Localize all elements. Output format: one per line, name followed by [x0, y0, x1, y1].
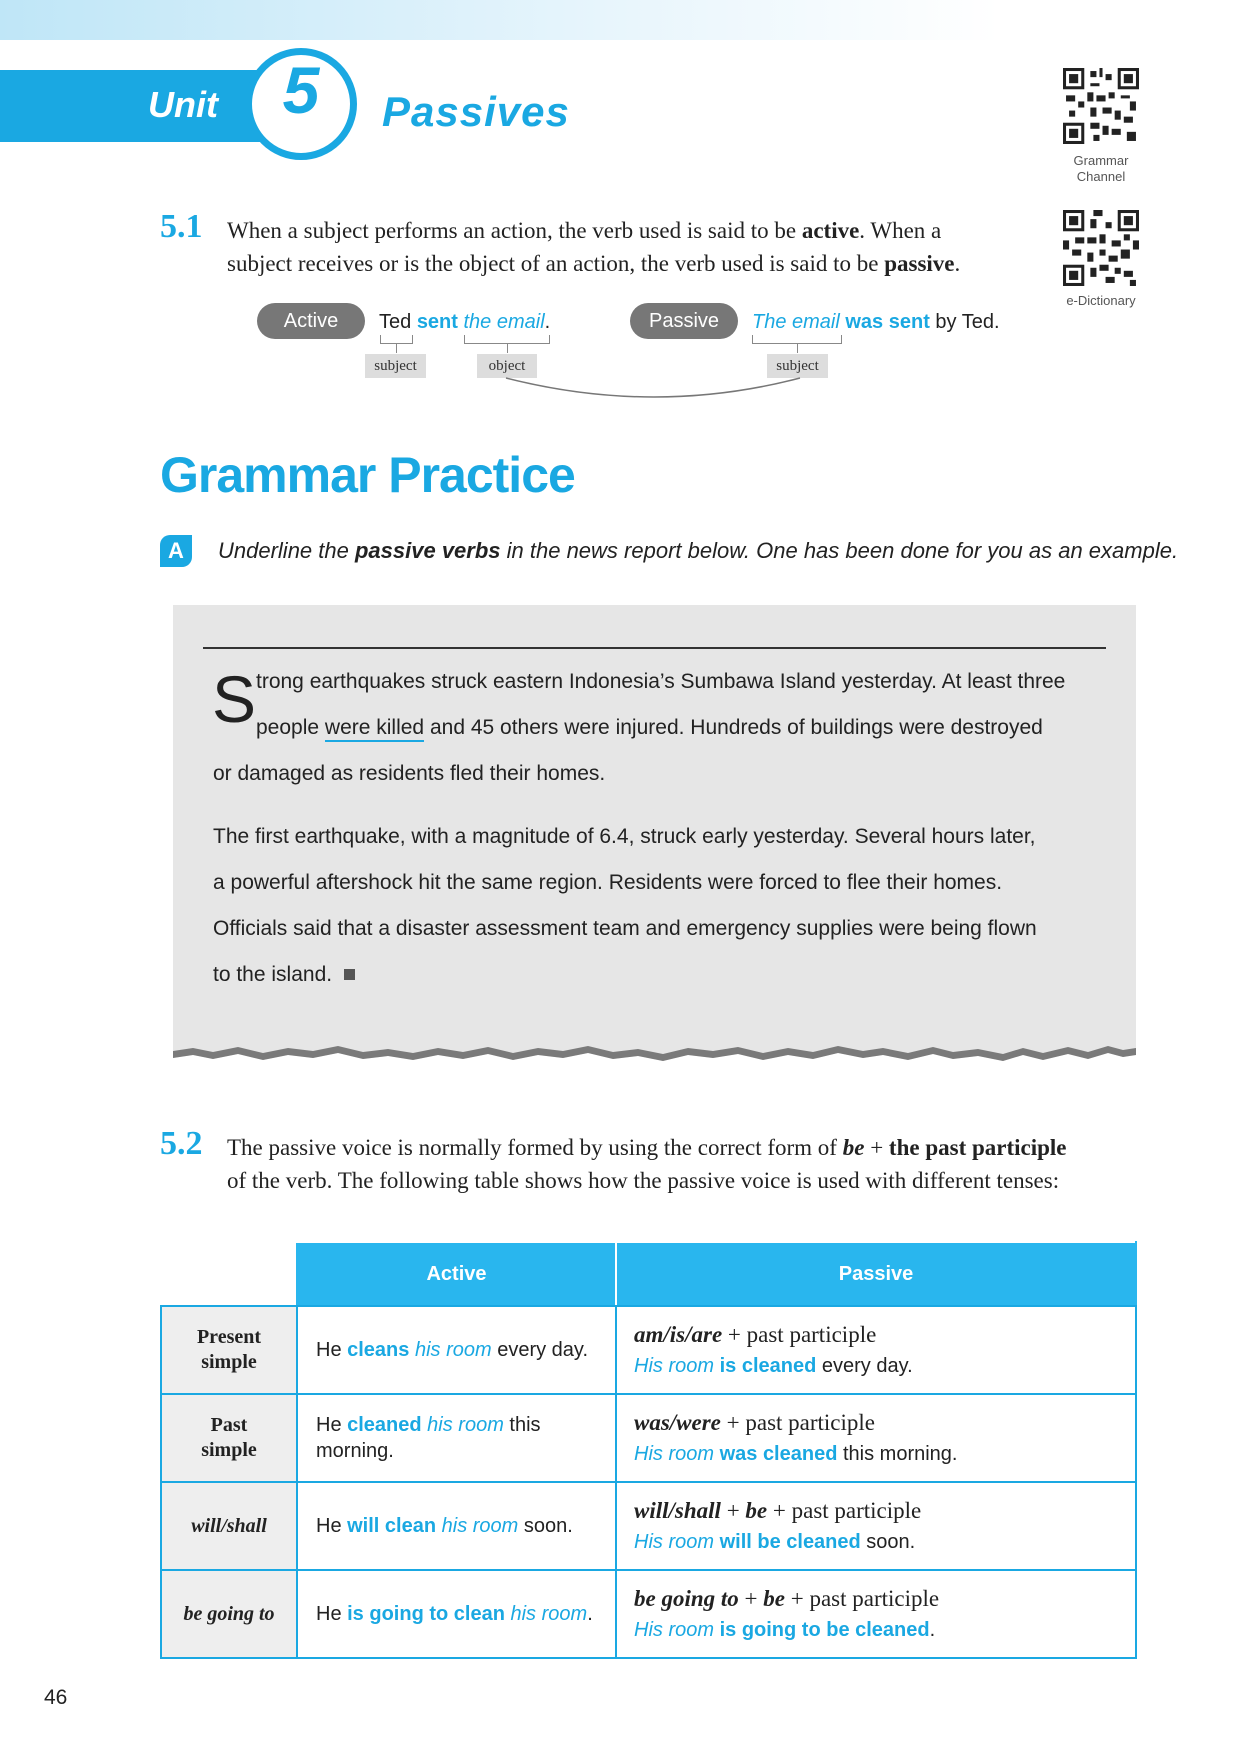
news-line-3: or damaged as residents fled their homes…: [213, 762, 606, 785]
passive-rule: be going to + be + past participle: [634, 1586, 940, 1611]
table-row: Past simple He cleaned his room this morni…: [160, 1393, 1137, 1483]
object-to-subject-arc: [505, 377, 801, 398]
passive-example-sentence: The email was sent by Ted.: [752, 311, 1000, 333]
exercise-a-instruction: Underline the passive verbs in the news …: [218, 538, 1179, 563]
bracket-passive-subject: [752, 335, 842, 344]
torn-paper-edge: [173, 1015, 1136, 1061]
active-cell: He cleans his room every day.: [296, 1305, 617, 1395]
passive-cell: am/is/are + past participle His room is …: [615, 1305, 1137, 1395]
bracket-active-object: [464, 335, 550, 344]
tense-cell: Past simple: [160, 1393, 298, 1483]
tag-subject: subject: [365, 354, 426, 378]
page-number: 46: [44, 1686, 68, 1709]
news-line-7: to the island.: [213, 963, 356, 987]
grammar-practice-title: Grammar Practice: [160, 447, 576, 503]
news-line-1: trong earthquakes struck eastern Indones…: [256, 670, 1066, 693]
passive-pill: Passive: [630, 303, 738, 339]
news-line-6: Officials said that a disaster assessmen…: [213, 917, 1037, 940]
unit-number: 5: [282, 53, 320, 127]
table-row: will/shall He will clean his room soon. …: [160, 1481, 1137, 1571]
tense-cell: will/shall: [160, 1481, 298, 1571]
tag-subject-passive: subject: [767, 354, 828, 378]
table-header-active: Active: [296, 1241, 617, 1307]
exercise-a-badge: A: [160, 535, 192, 567]
passive-cell: be going to + be + past participle His r…: [615, 1569, 1137, 1659]
unit-word: Unit: [148, 84, 218, 125]
tense-cell: be going to: [160, 1569, 298, 1659]
passive-example: His room will be cleaned soon.: [634, 1531, 916, 1553]
passive-rule: was/were + past participle: [634, 1410, 876, 1435]
table-header-passive: Passive: [615, 1241, 1137, 1307]
stem-active-subject: [396, 344, 397, 353]
unit-band: [0, 70, 275, 142]
section-number-5-1: 5.1: [160, 208, 203, 245]
passive-example: His room is cleaned every day.: [634, 1355, 913, 1377]
section-number-5-2: 5.2: [160, 1125, 203, 1162]
qr-label-e-dictionary: e-Dictionary: [1066, 293, 1136, 308]
active-cell: He is going to clean his room.: [296, 1569, 617, 1659]
table-header-row: Active Passive: [161, 1241, 1137, 1307]
underlined-passive-verb: were killed: [324, 716, 425, 742]
active-cell: He cleaned his room this morning.: [296, 1393, 617, 1483]
stem-passive-subject: [797, 344, 798, 353]
news-line-4: The first earthquake, with a magnitude o…: [213, 825, 1036, 848]
news-line-5: a powerful aftershock hit the same regio…: [213, 871, 1003, 894]
active-example-sentence: Ted sent the email.: [379, 311, 551, 333]
section-5-1-text: When a subject performs an action, the v…: [227, 218, 961, 276]
end-mark-icon: [344, 969, 356, 980]
active-pill: Active: [257, 303, 365, 339]
tense-cell: Present simple: [160, 1305, 298, 1395]
unit-title: Passives: [382, 88, 570, 135]
passive-tenses-table: Active Passive Present simple He cleans h…: [160, 1241, 1137, 1659]
qr-code-e-dictionary-icon[interactable]: [1063, 210, 1139, 286]
tag-object: object: [477, 354, 537, 378]
news-dropcap: S: [212, 662, 257, 736]
passive-example: His room was cleaned this morning.: [634, 1443, 958, 1465]
table-row: Present simple He cleans his room every d…: [160, 1305, 1137, 1395]
passive-rule: am/is/are + past participle: [634, 1322, 877, 1347]
stem-active-object: [507, 344, 508, 353]
top-decorative-stripe: [0, 0, 1000, 40]
passive-cell: will/shall + be + past participle His ro…: [615, 1481, 1137, 1571]
qr-label-grammar-channel: Grammar Channel: [1073, 153, 1129, 184]
table-corner-cell: [161, 1242, 297, 1307]
passive-cell: was/were + past participle His room was …: [615, 1393, 1137, 1483]
section-5-2-text: The passive voice is normally formed by …: [227, 1135, 1067, 1193]
active-cell: He will clean his room soon.: [296, 1481, 617, 1571]
news-top-rule: [203, 647, 1106, 649]
qr-code-grammar-channel-icon[interactable]: [1063, 68, 1139, 144]
bracket-active-subject: [380, 335, 413, 344]
passive-example: His room is going to be cleaned.: [634, 1619, 936, 1641]
table-row: be going to He is going to clean his roo…: [160, 1569, 1137, 1659]
passive-rule: will/shall + be + past participle: [634, 1498, 922, 1523]
news-line-2: people were killed and 45 others were in…: [256, 716, 1043, 742]
